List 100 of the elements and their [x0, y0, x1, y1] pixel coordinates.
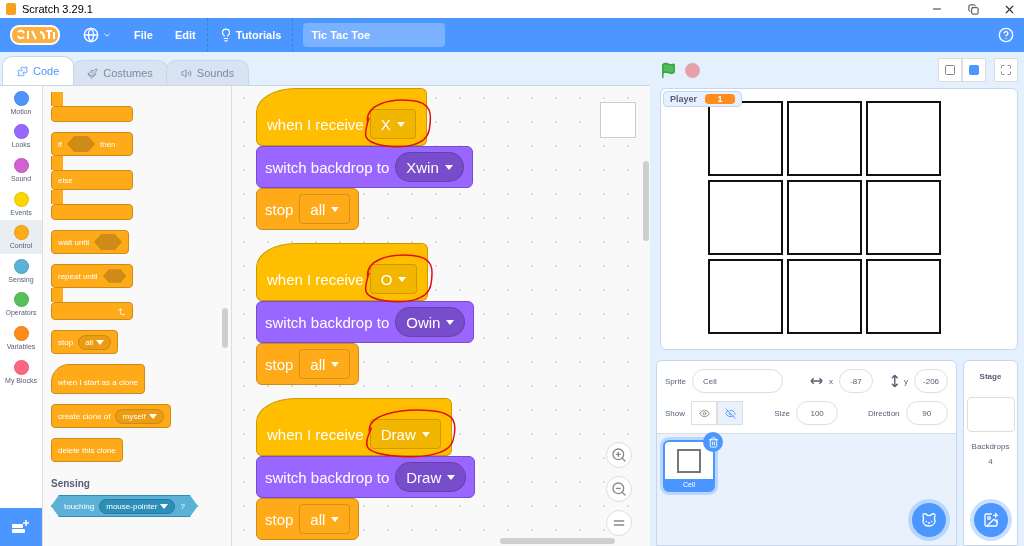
sprite-thumbnail — [677, 448, 701, 473]
show-label: Show — [665, 408, 685, 418]
stop-dropdown[interactable]: all — [299, 504, 351, 534]
stop-dropdown[interactable]: all — [299, 349, 351, 379]
backdrop-count: 4 — [988, 457, 993, 466]
small-stage-button[interactable] — [938, 58, 962, 82]
caret-icon — [396, 121, 405, 127]
delete-button[interactable] — [703, 432, 723, 452]
boolean-slot[interactable] — [94, 234, 123, 250]
block-label: touching — [64, 501, 95, 511]
sensing-block[interactable]: touching mouse-pointer ? — [51, 495, 198, 517]
tutorials-button[interactable]: Tutorials — [207, 18, 293, 52]
app-icon — [6, 3, 16, 15]
block-label: when I start as a clone — [58, 377, 139, 387]
help-icon[interactable] — [998, 27, 1014, 43]
message-dropdown[interactable]: X — [369, 109, 416, 139]
block-label: switch backdrop to — [265, 468, 390, 486]
loop-arrow-icon — [117, 306, 126, 316]
reset-zoom-button[interactable] — [606, 510, 632, 536]
backdrop-dropdown[interactable]: Draw — [395, 462, 467, 492]
looks-block[interactable]: switch backdrop to Draw — [256, 456, 476, 498]
else-block[interactable]: else — [51, 170, 133, 190]
restore-icon[interactable] — [967, 3, 979, 15]
block-dropdown[interactable]: mouse-pointer — [99, 498, 176, 514]
block-label: when I receive — [267, 270, 364, 288]
add-backdrop-button[interactable] — [974, 503, 1008, 537]
backdrop-thumbnail[interactable] — [966, 397, 1015, 432]
code-icon — [17, 65, 28, 77]
block-label: switch backdrop to — [265, 313, 390, 331]
if-block[interactable]: if then — [51, 132, 231, 170]
block-label: stop — [265, 200, 294, 218]
small-stage-icon — [944, 64, 956, 76]
looks-block[interactable]: switch backdrop to Owin — [256, 301, 475, 343]
caret-icon — [331, 361, 340, 367]
cat-icon — [921, 512, 937, 528]
block-label: else — [58, 175, 73, 185]
stop-block[interactable]: stop all — [256, 498, 360, 540]
minimap — [600, 102, 636, 138]
tab[interactable]: Code — [2, 56, 75, 85]
language-icon[interactable] — [83, 27, 99, 43]
boolean-slot[interactable] — [102, 268, 126, 284]
stop-icon[interactable] — [685, 62, 700, 78]
block-label: if — [58, 139, 62, 149]
add-sprite-button[interactable] — [912, 503, 946, 537]
boolean-slot[interactable] — [67, 136, 95, 152]
looks-block[interactable]: switch backdrop to Xwin — [256, 146, 473, 188]
control-block[interactable]: stop all — [51, 330, 119, 354]
caret-icon — [398, 276, 407, 282]
block-label: create clone of — [58, 411, 111, 421]
caret-icon — [444, 164, 453, 170]
block-label: when I receive — [267, 115, 364, 133]
menu-item[interactable]: Edit — [163, 18, 207, 52]
zoom-in-button[interactable] — [606, 442, 632, 468]
message-dropdown[interactable]: Draw — [369, 419, 441, 449]
logo[interactable] — [10, 24, 60, 46]
y-label: y — [904, 376, 909, 386]
caret-icon — [331, 516, 340, 522]
control-block[interactable]: create clone of myself — [51, 404, 171, 428]
monitor-value: 1 — [705, 94, 736, 104]
backdrops-label: Backdrops — [971, 442, 1010, 451]
stop-block[interactable]: stop all — [256, 343, 360, 385]
flag-icon[interactable] — [660, 61, 677, 79]
backdrop-dropdown[interactable]: Xwin — [395, 152, 464, 182]
normal-stage-icon — [968, 64, 980, 76]
sprite-label: Sprite — [665, 376, 686, 386]
zoom-out-button[interactable] — [606, 476, 632, 502]
fullscreen-button[interactable] — [994, 58, 1018, 82]
menu-item[interactable]: File — [123, 18, 164, 52]
stage-pane-title: Stage — [979, 370, 1002, 383]
control-block[interactable]: wait until — [51, 230, 130, 254]
repeat-until-block[interactable]: repeat until — [51, 264, 231, 320]
zoom-out-icon — [611, 481, 627, 497]
caret-icon — [446, 319, 455, 325]
block-label: repeat until — [58, 271, 98, 281]
caret-icon — [102, 30, 112, 40]
tab[interactable]: Costumes — [72, 60, 168, 85]
block-label: wait until — [58, 237, 90, 247]
hide-button[interactable] — [717, 401, 743, 425]
hat-block[interactable]: when I start as a clone — [51, 364, 146, 394]
show-button[interactable] — [691, 401, 717, 425]
project-title-field[interactable]: Tic Tac Toe — [303, 23, 446, 47]
stop-dropdown[interactable]: all — [299, 194, 351, 224]
message-dropdown[interactable]: O — [369, 264, 418, 294]
caret-icon — [160, 503, 169, 509]
caret-icon — [447, 474, 456, 480]
caret-icon — [96, 339, 105, 345]
normal-stage-button[interactable] — [962, 58, 986, 82]
fullscreen-icon — [1000, 64, 1012, 76]
eye-icon — [698, 407, 710, 419]
backdrop-dropdown[interactable]: Owin — [395, 307, 466, 337]
stop-block[interactable]: stop all — [256, 188, 360, 230]
tab[interactable]: Sounds — [165, 60, 250, 85]
add-extension-button[interactable] — [0, 508, 42, 546]
eye-slash-icon — [724, 407, 736, 419]
block-dropdown[interactable]: myself — [115, 408, 164, 424]
block-label: when I receive — [267, 425, 364, 443]
window-title: Scratch 3.29.1 — [22, 3, 94, 15]
block-dropdown[interactable]: all — [78, 334, 112, 350]
control-block[interactable]: delete this clone — [51, 438, 123, 462]
caret-icon — [331, 206, 340, 212]
